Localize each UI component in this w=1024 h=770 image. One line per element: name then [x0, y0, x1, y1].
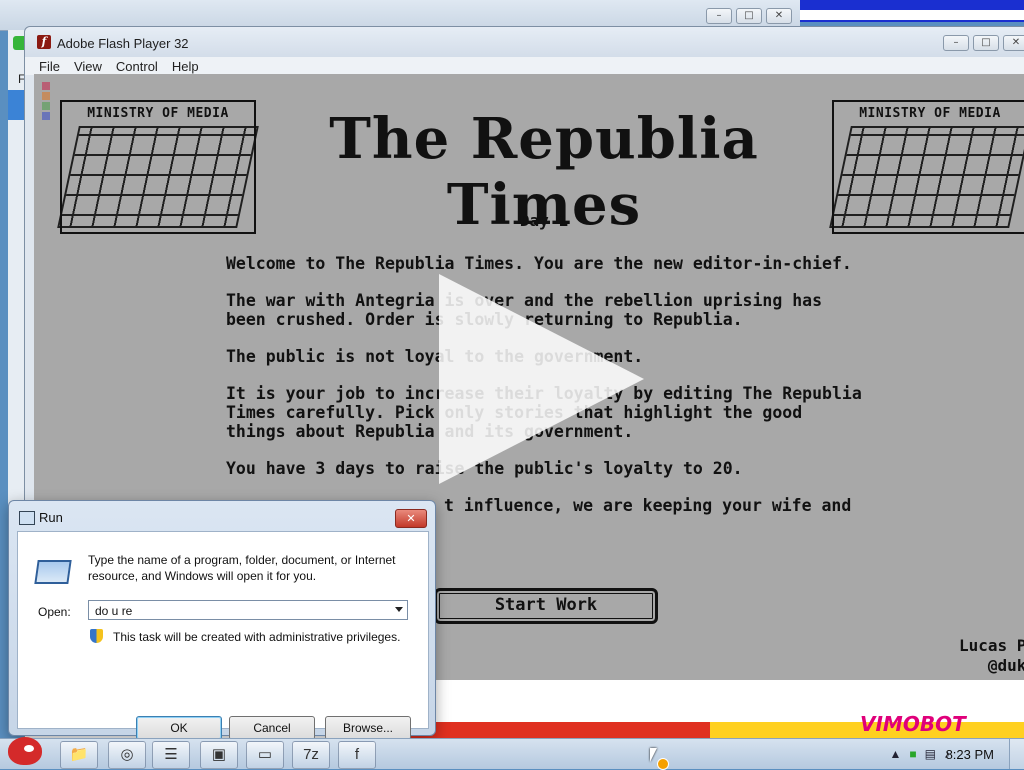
window-title: Adobe Flash Player 32	[57, 36, 189, 51]
background-banner-stripe	[800, 10, 1024, 20]
taskbar-notepad[interactable]: ☰	[152, 741, 190, 769]
run-dialog-body: Type the name of a program, folder, docu…	[17, 531, 429, 740]
bird-eye	[24, 745, 34, 752]
day-label: Day 1	[519, 211, 569, 230]
ok-button[interactable]: OK	[136, 716, 222, 740]
flash-titlebar[interactable]: f Adobe Flash Player 32 – □ ✕	[25, 27, 1024, 57]
shield-icon	[90, 629, 103, 643]
close-button[interactable]: ✕	[1003, 35, 1024, 51]
color-squares	[42, 82, 56, 122]
monitor-icon[interactable]: ▤	[925, 747, 936, 761]
system-tray: ▲ ■ ▤ ♪	[890, 747, 950, 761]
taskbar-7zip[interactable]: 7z	[292, 741, 330, 769]
run-program-icon	[34, 560, 72, 584]
browse-button[interactable]: Browse...	[325, 716, 411, 740]
maximize-button[interactable]: □	[973, 35, 999, 51]
taskbar-chrome[interactable]: ◎	[108, 741, 146, 769]
menu-file[interactable]: File	[39, 59, 60, 74]
start-work-button[interactable]: Start Work	[434, 588, 658, 624]
menu-bar: File View Control Help	[25, 57, 1024, 75]
taskbar-media[interactable]: ▣	[200, 741, 238, 769]
run-description: Type the name of a program, folder, docu…	[88, 553, 396, 583]
open-label: Open:	[38, 605, 71, 619]
taskbar-run[interactable]: ▭	[246, 741, 284, 769]
mouse-cursor	[650, 748, 657, 762]
cancel-button[interactable]: Cancel	[229, 716, 315, 740]
open-input[interactable]: do u re	[88, 600, 408, 620]
close-button[interactable]: ✕	[766, 8, 792, 24]
window-controls: – □ ✕	[943, 35, 1024, 51]
menu-view[interactable]: View	[74, 59, 102, 74]
run-window-icon	[19, 511, 35, 525]
minimize-button[interactable]: –	[706, 8, 732, 24]
play-icon[interactable]	[439, 274, 644, 484]
building-icon	[57, 126, 259, 228]
menu-control[interactable]: Control	[116, 59, 158, 74]
intro-paragraph: Welcome to The Republia Times. You are t…	[226, 254, 852, 273]
background-banner-text: VIMOBOT	[860, 712, 966, 736]
background-red-band	[410, 722, 710, 738]
minimize-button[interactable]: –	[943, 35, 969, 51]
busy-cursor-icon	[657, 758, 669, 770]
maximize-button[interactable]: □	[736, 8, 762, 24]
credit-name: Lucas Po	[958, 636, 1024, 655]
ministry-seal-right: MINISTRY OF MEDIA	[829, 100, 1024, 234]
ministry-seal-left: MINISTRY OF MEDIA	[57, 100, 259, 234]
admin-note: This task will be created with administr…	[113, 630, 401, 644]
run-dialog: Run ✕ Type the name of a program, folder…	[8, 500, 436, 740]
background-window-controls: – □ ✕	[706, 8, 792, 24]
taskbar-explorer[interactable]: 📁	[60, 741, 98, 769]
flash-logo-icon: f	[37, 35, 51, 49]
credit-handle: @duko	[987, 656, 1024, 675]
close-button[interactable]: ✕	[395, 509, 427, 528]
taskbar-flash[interactable]: f	[338, 741, 376, 769]
open-input-value: do u re	[95, 604, 133, 618]
credit: Lucas Po @duko	[946, 636, 1024, 676]
seal-label: MINISTRY OF MEDIA	[87, 106, 229, 121]
menu-help[interactable]: Help	[172, 59, 199, 74]
seal-label: MINISTRY OF MEDIA	[859, 106, 1001, 121]
building-icon	[829, 126, 1024, 228]
tray-expand-icon[interactable]: ▲	[890, 747, 902, 761]
start-button[interactable]	[2, 733, 46, 769]
taskbar: 📁 ◎ ☰ ▣ ▭ 7z f ▲ ■ ▤ ♪ 8:23 PM	[0, 737, 1024, 769]
show-desktop-button[interactable]	[1009, 739, 1024, 769]
dialog-title: Run	[39, 510, 63, 525]
network-icon[interactable]: ■	[909, 747, 916, 761]
clock[interactable]: 8:23 PM	[946, 747, 994, 762]
chevron-down-icon[interactable]	[395, 607, 403, 612]
